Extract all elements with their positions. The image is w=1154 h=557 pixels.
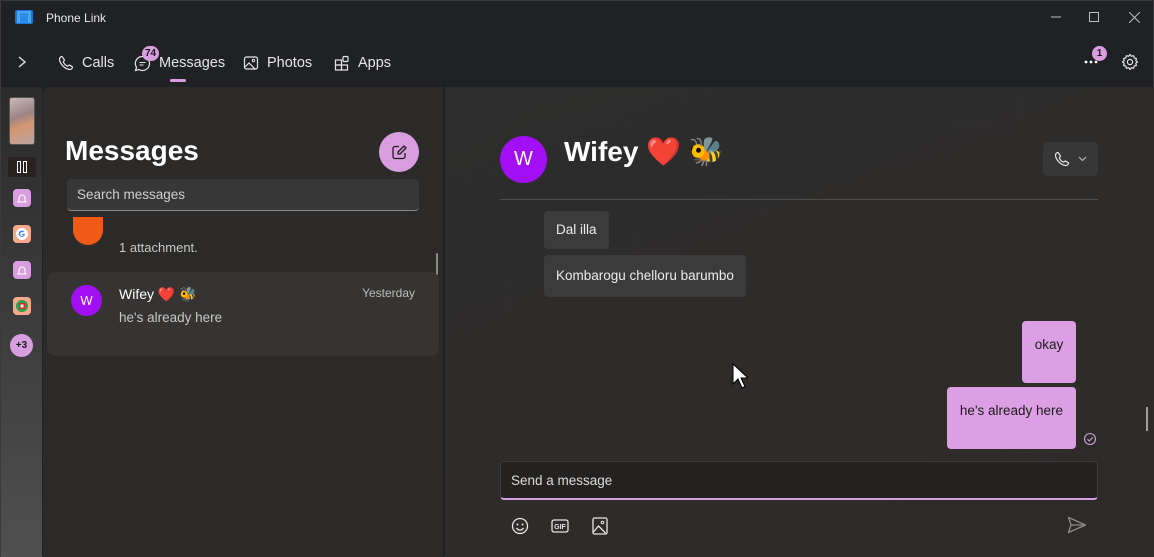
new-message-button[interactable]: [379, 132, 419, 172]
tab-apps[interactable]: Apps: [334, 51, 391, 75]
chat-contact-name: Wifey ❤️ 🐝: [564, 136, 724, 167]
attach-image-button[interactable]: [589, 515, 611, 537]
phone-apps-strip: +3: [1, 87, 42, 557]
maximize-button[interactable]: [1074, 5, 1114, 29]
message-bubble-outgoing: he's already here: [947, 387, 1076, 449]
close-button[interactable]: [1114, 5, 1154, 29]
expand-sidebar-button[interactable]: [11, 51, 33, 73]
more-options-badge: 1: [1092, 46, 1107, 61]
close-icon: [1128, 11, 1140, 23]
message-bubble-outgoing: okay: [1022, 321, 1076, 383]
emoji-button[interactable]: [509, 515, 531, 537]
gif-icon: GIF: [551, 519, 569, 533]
conversation-preview: 1 attachment.: [119, 240, 198, 255]
minimize-icon: [1051, 16, 1061, 18]
contact-avatar: [73, 217, 103, 245]
contact-avatar: W: [71, 285, 102, 316]
tab-messages-label: Messages: [159, 55, 226, 71]
phone-link-logo-icon: [15, 10, 33, 24]
messages-unread-badge: 74: [142, 46, 160, 61]
game-app-icon: [16, 300, 28, 312]
phone-icon: [58, 55, 74, 71]
chat-header-divider: [500, 199, 1098, 200]
read-receipt-icon: [1083, 432, 1097, 446]
list-scrollbar[interactable]: [436, 253, 438, 275]
google-icon: [16, 228, 28, 240]
compose-icon: [391, 144, 407, 159]
app-title: Phone Link: [46, 11, 107, 25]
image-icon: [592, 517, 608, 535]
active-tab-indicator: [170, 79, 186, 82]
message-bubble-incoming: Kombarogu chelloru barumbo: [544, 255, 746, 297]
settings-button[interactable]: [1119, 51, 1141, 73]
gear-icon: [1121, 53, 1139, 71]
conversation-contact-name: Wifey ❤️ 🐝: [119, 286, 197, 302]
nav-bar: Calls Messages 74 Photos Apps 1: [1, 41, 1153, 87]
mouse-cursor-icon: [732, 363, 748, 389]
conversation-item[interactable]: 1 attachment.: [43, 217, 443, 257]
search-input[interactable]: [77, 187, 409, 202]
chat-scrollbar[interactable]: [1146, 407, 1148, 431]
chat-pane: W Wifey ❤️ 🐝 Dal illa Kombarogu chelloru…: [445, 87, 1154, 557]
phone-link-window: Phone Link Calls Messages 74 Photos Apps…: [0, 0, 1154, 557]
tab-photos-label: Photos: [267, 55, 313, 71]
send-icon: [1067, 516, 1087, 534]
conversation-timestamp: Yesterday: [362, 286, 415, 300]
emoji-icon: [511, 517, 529, 535]
message-composer[interactable]: [500, 461, 1098, 500]
strip-app-game[interactable]: [13, 297, 31, 315]
chat-contact-avatar: W: [500, 136, 547, 183]
strip-app-notification-1[interactable]: [13, 189, 31, 207]
strip-app-google[interactable]: [13, 225, 31, 243]
chevron-down-icon: [1078, 156, 1087, 162]
more-apps-button[interactable]: +3: [10, 334, 33, 357]
phone-wallpaper-thumbnail[interactable]: [9, 97, 35, 145]
phone-screen-thumbnail[interactable]: [8, 157, 36, 177]
apps-icon: [334, 55, 349, 71]
more-icon: [1084, 60, 1098, 64]
photo-icon: [243, 56, 259, 70]
conversations-title: Messages: [65, 135, 199, 166]
bell-icon: [17, 194, 27, 203]
svg-text:GIF: GIF: [554, 524, 566, 531]
tab-apps-label: Apps: [358, 55, 392, 71]
conversation-list-pane: Messages 1 attachment. W Wifey ❤️ 🐝 Yest…: [43, 87, 444, 557]
search-messages-field[interactable]: [67, 179, 419, 211]
tab-calls-label: Calls: [82, 55, 115, 71]
maximize-icon: [1089, 12, 1099, 22]
conversation-item-selected[interactable]: W Wifey ❤️ 🐝 Yesterday he's already here: [47, 272, 439, 356]
strip-app-notification-2[interactable]: [13, 261, 31, 279]
bell-icon: [17, 266, 27, 275]
message-input[interactable]: [511, 472, 1087, 488]
message-bubble-incoming: Dal illa: [544, 211, 609, 249]
send-button[interactable]: [1065, 513, 1089, 537]
tab-calls[interactable]: Calls: [58, 51, 114, 75]
chevron-right-icon: [18, 56, 26, 68]
phone-icon: [1054, 151, 1070, 167]
call-button[interactable]: [1043, 142, 1098, 176]
title-bar: Phone Link: [1, 1, 1153, 35]
tab-photos[interactable]: Photos: [243, 51, 312, 75]
conversation-preview: he's already here: [119, 310, 223, 325]
gif-button[interactable]: GIF: [549, 515, 571, 537]
minimize-button[interactable]: [1036, 5, 1076, 29]
